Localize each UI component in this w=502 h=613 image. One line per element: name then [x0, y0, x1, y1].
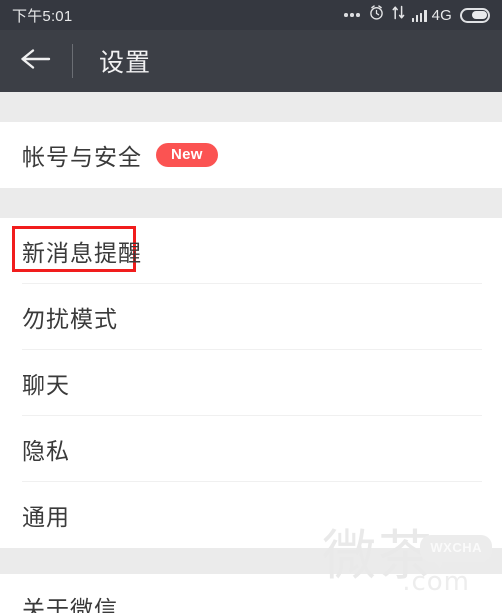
list-item-account-security[interactable]: 帐号与安全 New — [0, 122, 502, 188]
battery-icon — [460, 7, 490, 23]
list-item-privacy[interactable]: 隐私 — [0, 416, 502, 482]
status-bar-icons: 4G — [344, 4, 490, 26]
back-arrow-icon — [19, 45, 53, 78]
settings-list: 帐号与安全 New 新消息提醒 勿扰模式 聊天 隐私 通用 关于微信 — [0, 92, 502, 613]
phone-screen: 下午5:01 4G 设置 帐号与安全 New 新消息提醒 勿扰模式 聊天 隐私 … — [0, 0, 502, 613]
section-gap — [0, 188, 502, 218]
network-type-label: 4G — [431, 6, 452, 24]
nav-divider — [72, 44, 73, 78]
more-dots-icon — [344, 13, 360, 17]
list-item-label: 聊天 — [22, 372, 70, 398]
page-title: 设置 — [99, 49, 152, 77]
navigation-bar: 设置 — [0, 30, 502, 92]
list-item-label: 通用 — [22, 504, 70, 530]
data-transfer-icon — [392, 5, 405, 25]
section-gap — [0, 548, 502, 574]
status-badge: New — [156, 143, 218, 167]
list-item-label: 新消息提醒 — [22, 240, 142, 266]
list-item-label: 帐号与安全 — [22, 144, 142, 170]
list-item-label: 隐私 — [22, 438, 70, 464]
alarm-clock-icon — [368, 4, 385, 26]
list-item-label: 勿扰模式 — [22, 306, 118, 332]
signal-bars-icon — [411, 9, 427, 22]
list-item-chat[interactable]: 聊天 — [0, 350, 502, 416]
section-gap — [0, 92, 502, 122]
status-bar-time: 下午5:01 — [12, 7, 73, 25]
list-item-general[interactable]: 通用 — [0, 482, 502, 548]
list-item-about-wechat[interactable]: 关于微信 — [0, 574, 502, 613]
list-item-new-message-notification[interactable]: 新消息提醒 — [0, 218, 502, 284]
settings-group-about: 关于微信 — [0, 574, 502, 613]
status-bar: 下午5:01 4G — [0, 0, 502, 30]
settings-group-account: 帐号与安全 New — [0, 122, 502, 188]
list-item-do-not-disturb[interactable]: 勿扰模式 — [0, 284, 502, 350]
list-item-label: 关于微信 — [22, 596, 118, 613]
back-button[interactable] — [0, 30, 72, 92]
settings-group-main: 新消息提醒 勿扰模式 聊天 隐私 通用 — [0, 218, 502, 548]
